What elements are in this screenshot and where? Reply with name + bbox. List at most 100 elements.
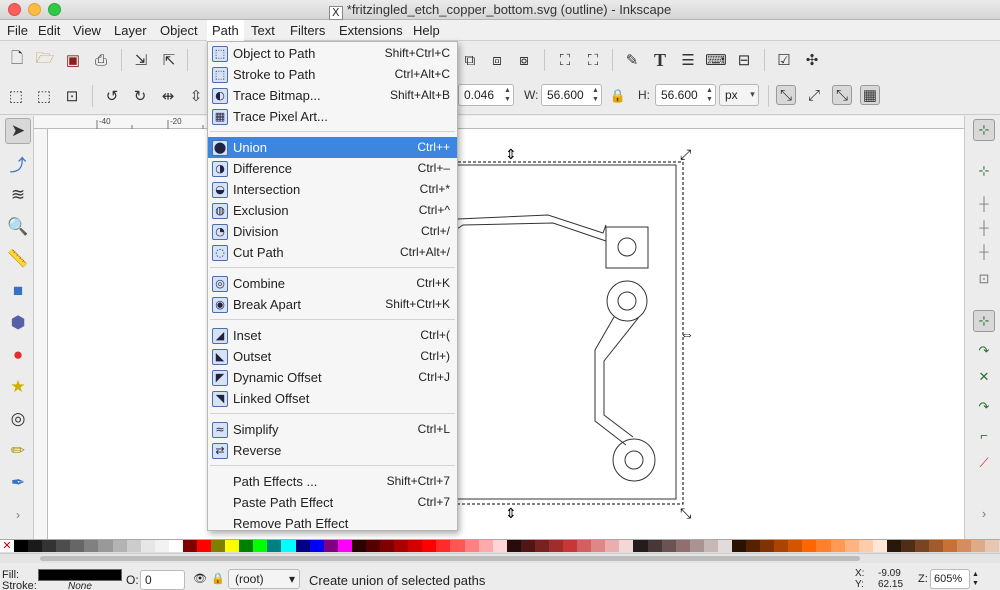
menu-help[interactable]: Help (408, 20, 445, 41)
color-swatch[interactable] (309, 540, 324, 552)
color-swatch[interactable] (168, 540, 183, 552)
color-swatch[interactable] (830, 540, 845, 552)
color-swatch[interactable] (365, 540, 381, 552)
color-swatch[interactable] (760, 540, 775, 552)
color-swatch[interactable] (534, 540, 549, 552)
color-swatch[interactable] (605, 540, 620, 552)
menu-path[interactable]: Path (207, 20, 244, 41)
color-swatch[interactable] (42, 540, 57, 552)
color-swatch[interactable] (394, 540, 409, 552)
scrollbar-thumb[interactable] (40, 556, 860, 561)
save-document-icon[interactable]: ▣ (63, 50, 83, 70)
color-swatch[interactable] (436, 540, 451, 552)
scale-corners-icon[interactable]: ⤢ (804, 85, 824, 105)
path-menu-item-reverse[interactable]: ⇄ Reverse (208, 440, 457, 461)
color-swatch[interactable] (900, 540, 915, 552)
color-swatch[interactable] (337, 540, 352, 552)
unit-select[interactable]: px ▾ (719, 84, 759, 106)
menu-text[interactable]: Text (246, 20, 280, 41)
xml-editor-icon[interactable]: ⌨ (705, 50, 727, 70)
group-icon[interactable]: ⧈ (487, 50, 507, 70)
color-swatch[interactable] (647, 540, 662, 552)
ungroup-icon[interactable]: ⧇ (514, 50, 534, 70)
spin-arrows-icon[interactable]: ▲ ▼ (705, 86, 714, 104)
color-swatch[interactable] (492, 540, 507, 552)
color-swatch[interactable] (154, 540, 169, 552)
menu-layer[interactable]: Layer (109, 20, 152, 41)
color-swatch[interactable] (703, 540, 718, 552)
menu-filters[interactable]: Filters (285, 20, 330, 41)
path-menu-item-cut-path[interactable]: ◌ Cut Path Ctrl+Alt+/ (208, 242, 457, 263)
pen-tool-icon[interactable]: ✒ (5, 470, 31, 496)
color-swatch[interactable] (774, 540, 789, 552)
path-menu-item-union[interactable]: ⬤ Union Ctrl++ (208, 137, 457, 158)
menu-edit[interactable]: Edit (33, 20, 65, 41)
snap-smooth-icon[interactable]: ⌐ (973, 424, 995, 446)
zoom-tool-icon[interactable]: 🔍 (5, 214, 31, 240)
color-swatch[interactable] (731, 540, 747, 552)
menu-view[interactable]: View (68, 20, 106, 41)
path-menu-item-linked-offset[interactable]: ◥ Linked Offset (208, 388, 457, 409)
snap-nodes-icon[interactable]: ⊹ (973, 310, 995, 332)
color-swatch[interactable] (197, 540, 212, 552)
color-swatch[interactable] (380, 540, 395, 552)
color-swatch[interactable] (182, 540, 198, 552)
pencil-tool-icon[interactable]: ✏ (5, 438, 31, 464)
path-menu-item-simplify[interactable]: ≈ Simplify Ctrl+L (208, 419, 457, 440)
menu-file[interactable]: File (2, 20, 33, 41)
duplicate-icon[interactable]: ⧉ (460, 50, 480, 70)
height-input[interactable]: 56.600 ▲ ▼ (655, 84, 716, 106)
color-swatch[interactable] (351, 540, 366, 552)
color-swatch[interactable] (577, 540, 592, 552)
snap-bbox-icon[interactable]: ⊹ (973, 160, 995, 182)
fill-stroke-icon[interactable]: ✎ (622, 50, 642, 70)
color-swatch[interactable] (422, 540, 437, 552)
color-swatch[interactable] (788, 540, 803, 552)
color-swatch[interactable] (464, 540, 479, 552)
width-input[interactable]: 56.600 ▲ ▼ (541, 84, 602, 106)
spiral-tool-icon[interactable]: ◎ (5, 406, 31, 432)
lock-ratio-icon[interactable]: 🔒 (608, 86, 628, 106)
rectangle-tool-icon[interactable]: ■ (5, 278, 31, 304)
spin-arrows-icon[interactable]: ▲ ▼ (503, 86, 512, 104)
path-menu-item-dynamic-offset[interactable]: ◤ Dynamic Offset Ctrl+J (208, 367, 457, 388)
color-swatch[interactable] (886, 540, 901, 552)
menu-object[interactable]: Object (155, 20, 203, 41)
open-document-icon[interactable]: 🗁 (35, 50, 55, 70)
path-menu-item-trace-pixel-art[interactable]: ▦ Trace Pixel Art... (208, 106, 457, 127)
color-swatch[interactable] (915, 540, 930, 552)
snap-paths-icon[interactable]: ↷ (973, 340, 995, 362)
color-swatch[interactable] (929, 540, 944, 552)
color-swatch[interactable] (239, 540, 254, 552)
color-swatch[interactable] (717, 540, 732, 552)
ellipse-tool-icon[interactable]: ● (5, 342, 31, 368)
color-swatch[interactable] (746, 540, 761, 552)
color-swatch[interactable] (563, 540, 578, 552)
color-swatch[interactable] (943, 540, 958, 552)
preferences-icon[interactable]: ✣ (802, 50, 822, 70)
color-swatch[interactable] (281, 540, 296, 552)
flip-vertical-icon[interactable]: ⇳ (186, 86, 206, 106)
color-swatch[interactable] (295, 540, 310, 552)
color-swatch[interactable] (802, 540, 817, 552)
path-menu-item-break-apart[interactable]: ◉ Break Apart Shift+Ctrl+K (208, 294, 457, 315)
color-swatch[interactable] (633, 540, 648, 552)
color-swatch[interactable] (689, 540, 704, 552)
measure-tool-icon[interactable]: 📏 (5, 246, 31, 272)
document-properties-icon[interactable]: ☑ (774, 50, 794, 70)
color-swatch[interactable] (408, 540, 423, 552)
color-swatch[interactable] (957, 540, 972, 552)
hide-layer-icon[interactable]: 👁 (193, 572, 207, 585)
lock-layer-icon[interactable]: 🔒 (211, 572, 225, 585)
color-swatch[interactable] (56, 540, 71, 552)
align-distribute-icon[interactable]: ⊟ (734, 50, 754, 70)
path-menu-item-stroke-to-path[interactable]: ⬚ Stroke to Path Ctrl+Alt+C (208, 64, 457, 85)
node-tool-icon[interactable]: ⤴ (5, 150, 31, 176)
more-tools-chevron-icon[interactable]: › (5, 502, 31, 528)
path-menu-item-intersection[interactable]: ◒ Intersection Ctrl+* (208, 179, 457, 200)
select-all-layers-icon[interactable]: ⬚ (34, 86, 54, 106)
star-tool-icon[interactable]: ★ (5, 374, 31, 400)
color-swatch[interactable] (323, 540, 338, 552)
path-menu-item-paste-path-effect[interactable]: Paste Path Effect Ctrl+7 (208, 492, 457, 513)
path-menu-item-outset[interactable]: ◣ Outset Ctrl+) (208, 346, 457, 367)
